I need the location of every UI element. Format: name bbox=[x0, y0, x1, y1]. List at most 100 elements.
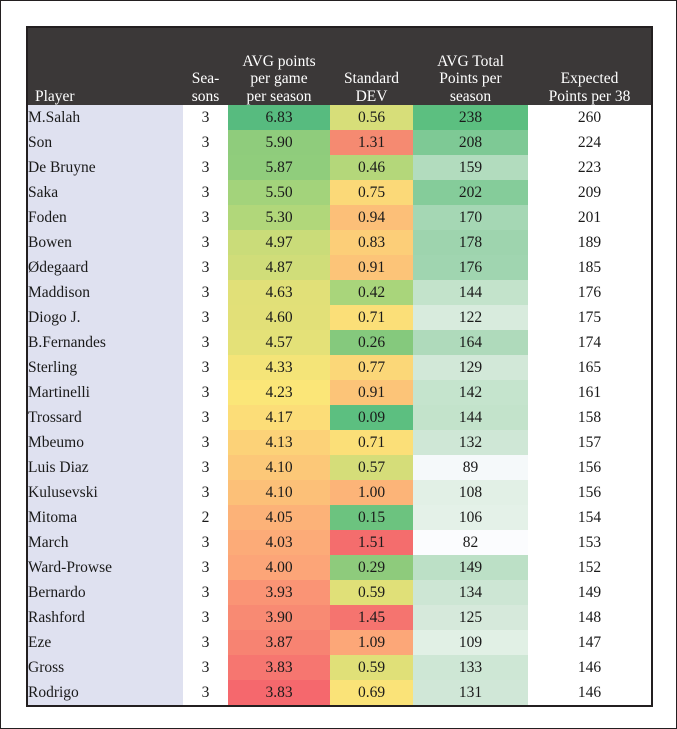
table-row[interactable]: De Bruyne 3 5.87 0.46 159 223 bbox=[28, 155, 651, 180]
cell-avg-total-points: 208 bbox=[413, 130, 528, 155]
table-row[interactable]: Martinelli 3 4.23 0.91 142 161 bbox=[28, 380, 651, 405]
cell-avg-points-per-game: 3.87 bbox=[228, 630, 330, 655]
cell-expected-points: 148 bbox=[528, 605, 651, 630]
cell-player: Trossard bbox=[28, 405, 183, 430]
cell-player: Martinelli bbox=[28, 380, 183, 405]
table-row[interactable]: Sterling 3 4.33 0.77 129 165 bbox=[28, 355, 651, 380]
cell-avg-total-points: 144 bbox=[413, 405, 528, 430]
cell-seasons: 3 bbox=[183, 480, 228, 505]
table-row[interactable]: Foden 3 5.30 0.94 170 201 bbox=[28, 205, 651, 230]
cell-avg-total-points: 176 bbox=[413, 255, 528, 280]
cell-player: Ward-Prowse bbox=[28, 555, 183, 580]
cell-avg-total-points: 132 bbox=[413, 430, 528, 455]
cell-player: Rashford bbox=[28, 605, 183, 630]
cell-seasons: 3 bbox=[183, 355, 228, 380]
cell-avg-points-per-game: 3.83 bbox=[228, 655, 330, 680]
table-header: Player Sea-sons AVG points per game per se… bbox=[28, 28, 651, 105]
table-row[interactable]: Eze 3 3.87 1.09 109 147 bbox=[28, 630, 651, 655]
cell-player: Rodrigo bbox=[28, 680, 183, 705]
cell-avg-total-points: 129 bbox=[413, 355, 528, 380]
cell-standard-dev: 0.83 bbox=[330, 230, 413, 255]
cell-avg-points-per-game: 5.90 bbox=[228, 130, 330, 155]
cell-expected-points: 147 bbox=[528, 630, 651, 655]
cell-player: March bbox=[28, 530, 183, 555]
cell-avg-total-points: 144 bbox=[413, 280, 528, 305]
cell-avg-total-points: 131 bbox=[413, 680, 528, 705]
cell-standard-dev: 0.94 bbox=[330, 205, 413, 230]
cell-seasons: 3 bbox=[183, 430, 228, 455]
cell-avg-total-points: 149 bbox=[413, 555, 528, 580]
table-row[interactable]: Ward-Prowse 3 4.00 0.29 149 152 bbox=[28, 555, 651, 580]
cell-avg-points-per-game: 5.30 bbox=[228, 205, 330, 230]
cell-expected-points: 201 bbox=[528, 205, 651, 230]
cell-avg-total-points: 178 bbox=[413, 230, 528, 255]
column-header-seasons: Sea-sons bbox=[183, 28, 228, 105]
table-row[interactable]: Maddison 3 4.63 0.42 144 176 bbox=[28, 280, 651, 305]
cell-player: Ødegaard bbox=[28, 255, 183, 280]
cell-expected-points: 176 bbox=[528, 280, 651, 305]
cell-player: Bernardo bbox=[28, 580, 183, 605]
table-row[interactable]: Gross 3 3.83 0.59 133 146 bbox=[28, 655, 651, 680]
cell-seasons: 3 bbox=[183, 280, 228, 305]
cell-player: Foden bbox=[28, 205, 183, 230]
cell-seasons: 3 bbox=[183, 305, 228, 330]
cell-avg-points-per-game: 5.87 bbox=[228, 155, 330, 180]
cell-avg-points-per-game: 4.60 bbox=[228, 305, 330, 330]
cell-seasons: 3 bbox=[183, 580, 228, 605]
cell-seasons: 3 bbox=[183, 255, 228, 280]
table-row[interactable]: Trossard 3 4.17 0.09 144 158 bbox=[28, 405, 651, 430]
column-header-line: Sea- bbox=[191, 70, 220, 88]
cell-standard-dev: 1.45 bbox=[330, 605, 413, 630]
cell-avg-total-points: 134 bbox=[413, 580, 528, 605]
table-row[interactable]: Rodrigo 3 3.83 0.69 131 146 bbox=[28, 680, 651, 705]
table-row[interactable]: March 3 4.03 1.51 82 153 bbox=[28, 530, 651, 555]
column-header-line: Player bbox=[35, 87, 75, 105]
cell-avg-total-points: 142 bbox=[413, 380, 528, 405]
table-row[interactable]: M.Salah 3 6.83 0.56 238 260 bbox=[28, 105, 651, 130]
cell-avg-total-points: 109 bbox=[413, 630, 528, 655]
cell-player: Gross bbox=[28, 655, 183, 680]
table-row[interactable]: B.Fernandes 3 4.57 0.26 164 174 bbox=[28, 330, 651, 355]
cell-standard-dev: 1.00 bbox=[330, 480, 413, 505]
cell-player: Saka bbox=[28, 180, 183, 205]
cell-expected-points: 149 bbox=[528, 580, 651, 605]
cell-expected-points: 156 bbox=[528, 455, 651, 480]
cell-avg-total-points: 164 bbox=[413, 330, 528, 355]
cell-avg-total-points: 82 bbox=[413, 530, 528, 555]
cell-expected-points: 146 bbox=[528, 680, 651, 705]
column-header-line: AVG Total bbox=[437, 52, 504, 70]
table-row[interactable]: Mbeumo 3 4.13 0.71 132 157 bbox=[28, 430, 651, 455]
cell-expected-points: 161 bbox=[528, 380, 651, 405]
table-row[interactable]: Bowen 3 4.97 0.83 178 189 bbox=[28, 230, 651, 255]
table-row[interactable]: Ødegaard 3 4.87 0.91 176 185 bbox=[28, 255, 651, 280]
cell-standard-dev: 0.71 bbox=[330, 305, 413, 330]
table-row[interactable]: Son 3 5.90 1.31 208 224 bbox=[28, 130, 651, 155]
cell-player: Diogo J. bbox=[28, 305, 183, 330]
cell-avg-total-points: 202 bbox=[413, 180, 528, 205]
table-row[interactable]: Luis Diaz 3 4.10 0.57 89 156 bbox=[28, 455, 651, 480]
cell-expected-points: 209 bbox=[528, 180, 651, 205]
column-header-expected-points: Expected Points per 38 bbox=[528, 28, 651, 105]
table-row[interactable]: Diogo J. 3 4.60 0.71 122 175 bbox=[28, 305, 651, 330]
table-row[interactable]: Bernardo 3 3.93 0.59 134 149 bbox=[28, 580, 651, 605]
cell-standard-dev: 0.09 bbox=[330, 405, 413, 430]
table-row[interactable]: Kulusevski 3 4.10 1.00 108 156 bbox=[28, 480, 651, 505]
cell-seasons: 3 bbox=[183, 630, 228, 655]
cell-expected-points: 189 bbox=[528, 230, 651, 255]
table-row[interactable]: Rashford 3 3.90 1.45 125 148 bbox=[28, 605, 651, 630]
cell-seasons: 3 bbox=[183, 230, 228, 255]
cell-seasons: 3 bbox=[183, 380, 228, 405]
cell-seasons: 2 bbox=[183, 505, 228, 530]
column-header-avg-points-per-game: AVG points per game per season bbox=[228, 28, 330, 105]
table-row[interactable]: Mitoma 2 4.05 0.15 106 154 bbox=[28, 505, 651, 530]
cell-standard-dev: 1.09 bbox=[330, 630, 413, 655]
column-header-standard-dev: Standard DEV bbox=[330, 28, 413, 105]
column-header-line: Points per bbox=[439, 70, 502, 88]
cell-seasons: 3 bbox=[183, 330, 228, 355]
table-row[interactable]: Saka 3 5.50 0.75 202 209 bbox=[28, 180, 651, 205]
cell-avg-points-per-game: 4.10 bbox=[228, 480, 330, 505]
cell-seasons: 3 bbox=[183, 180, 228, 205]
column-header-avg-total-points: AVG Total Points per season bbox=[413, 28, 528, 105]
cell-avg-points-per-game: 4.03 bbox=[228, 530, 330, 555]
cell-expected-points: 146 bbox=[528, 655, 651, 680]
